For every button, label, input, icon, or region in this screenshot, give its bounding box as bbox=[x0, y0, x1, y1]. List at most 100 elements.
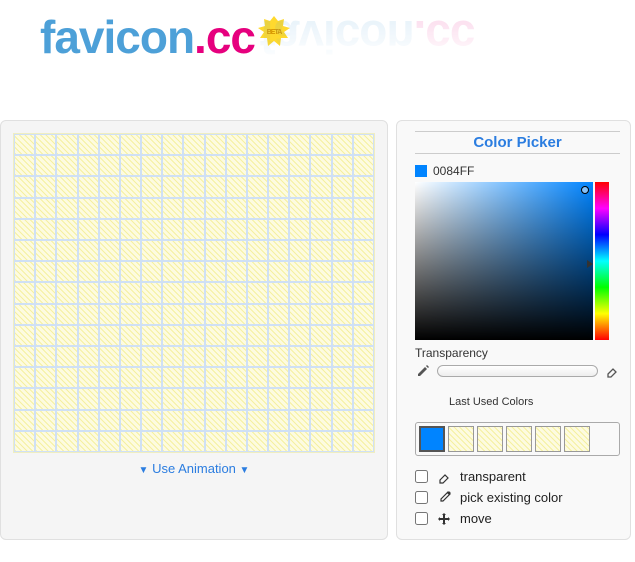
hue-strip[interactable] bbox=[595, 182, 609, 340]
pixel-cell[interactable] bbox=[35, 346, 56, 367]
pixel-cell[interactable] bbox=[353, 219, 374, 240]
pixel-cell[interactable] bbox=[310, 282, 331, 303]
pixel-cell[interactable] bbox=[332, 134, 353, 155]
pixel-cell[interactable] bbox=[141, 410, 162, 431]
pixel-cell[interactable] bbox=[141, 367, 162, 388]
pixel-cell[interactable] bbox=[78, 155, 99, 176]
pixel-cell[interactable] bbox=[14, 261, 35, 282]
pixel-cell[interactable] bbox=[14, 155, 35, 176]
pixel-cell[interactable] bbox=[162, 282, 183, 303]
pixel-cell[interactable] bbox=[120, 240, 141, 261]
option-pick-color[interactable]: pick existing color bbox=[415, 487, 620, 508]
pixel-cell[interactable] bbox=[141, 346, 162, 367]
pixel-cell[interactable] bbox=[310, 198, 331, 219]
pixel-cell[interactable] bbox=[183, 431, 204, 452]
pixel-cell[interactable] bbox=[226, 304, 247, 325]
pixel-cell[interactable] bbox=[99, 304, 120, 325]
pixel-cell[interactable] bbox=[268, 325, 289, 346]
pixel-cell[interactable] bbox=[120, 367, 141, 388]
pixel-cell[interactable] bbox=[289, 282, 310, 303]
pixel-cell[interactable] bbox=[226, 367, 247, 388]
pixel-cell[interactable] bbox=[78, 388, 99, 409]
move-checkbox[interactable] bbox=[415, 512, 428, 525]
pixel-cell[interactable] bbox=[35, 219, 56, 240]
pixel-cell[interactable] bbox=[247, 219, 268, 240]
pixel-cell[interactable] bbox=[268, 346, 289, 367]
use-animation-toggle[interactable]: ▼ Use Animation ▼ bbox=[13, 453, 375, 476]
pixel-cell[interactable] bbox=[78, 240, 99, 261]
pixel-cell[interactable] bbox=[35, 134, 56, 155]
pixel-cell[interactable] bbox=[183, 346, 204, 367]
pixel-cell[interactable] bbox=[35, 410, 56, 431]
pixel-cell[interactable] bbox=[99, 367, 120, 388]
pixel-cell[interactable] bbox=[162, 155, 183, 176]
pixel-cell[interactable] bbox=[226, 176, 247, 197]
pixel-cell[interactable] bbox=[162, 388, 183, 409]
pixel-cell[interactable] bbox=[120, 219, 141, 240]
pixel-cell[interactable] bbox=[35, 240, 56, 261]
pixel-cell[interactable] bbox=[332, 367, 353, 388]
pixel-cell[interactable] bbox=[226, 240, 247, 261]
pixel-cell[interactable] bbox=[247, 240, 268, 261]
pixel-cell[interactable] bbox=[310, 304, 331, 325]
pixel-cell[interactable] bbox=[99, 282, 120, 303]
pixel-cell[interactable] bbox=[289, 219, 310, 240]
pixel-cell[interactable] bbox=[56, 240, 77, 261]
pixel-cell[interactable] bbox=[226, 431, 247, 452]
pixel-canvas[interactable] bbox=[13, 133, 375, 453]
pixel-cell[interactable] bbox=[141, 325, 162, 346]
pixel-cell[interactable] bbox=[332, 388, 353, 409]
pixel-cell[interactable] bbox=[226, 282, 247, 303]
pixel-cell[interactable] bbox=[99, 176, 120, 197]
pixel-cell[interactable] bbox=[268, 388, 289, 409]
pixel-cell[interactable] bbox=[332, 431, 353, 452]
pixel-cell[interactable] bbox=[141, 155, 162, 176]
pixel-cell[interactable] bbox=[332, 410, 353, 431]
pixel-cell[interactable] bbox=[99, 410, 120, 431]
pixel-cell[interactable] bbox=[120, 304, 141, 325]
pixel-cell[interactable] bbox=[120, 261, 141, 282]
pixel-cell[interactable] bbox=[120, 134, 141, 155]
pixel-cell[interactable] bbox=[99, 240, 120, 261]
pixel-cell[interactable] bbox=[353, 388, 374, 409]
pixel-cell[interactable] bbox=[205, 304, 226, 325]
pixel-cell[interactable] bbox=[183, 367, 204, 388]
pixel-cell[interactable] bbox=[205, 282, 226, 303]
pixel-cell[interactable] bbox=[35, 282, 56, 303]
pixel-cell[interactable] bbox=[183, 198, 204, 219]
pixel-cell[interactable] bbox=[353, 367, 374, 388]
pixel-cell[interactable] bbox=[247, 388, 268, 409]
pixel-cell[interactable] bbox=[226, 410, 247, 431]
pixel-cell[interactable] bbox=[289, 431, 310, 452]
pixel-cell[interactable] bbox=[205, 388, 226, 409]
pixel-cell[interactable] bbox=[14, 198, 35, 219]
pixel-cell[interactable] bbox=[120, 155, 141, 176]
pixel-cell[interactable] bbox=[268, 176, 289, 197]
pixel-cell[interactable] bbox=[162, 325, 183, 346]
pixel-cell[interactable] bbox=[35, 431, 56, 452]
pixel-cell[interactable] bbox=[35, 304, 56, 325]
pixel-cell[interactable] bbox=[205, 155, 226, 176]
pixel-cell[interactable] bbox=[268, 240, 289, 261]
pixel-cell[interactable] bbox=[247, 176, 268, 197]
pixel-cell[interactable] bbox=[310, 410, 331, 431]
pixel-cell[interactable] bbox=[162, 431, 183, 452]
pixel-cell[interactable] bbox=[141, 219, 162, 240]
last-color-swatch[interactable] bbox=[506, 426, 532, 452]
pixel-cell[interactable] bbox=[14, 240, 35, 261]
pixel-cell[interactable] bbox=[353, 431, 374, 452]
pixel-cell[interactable] bbox=[99, 155, 120, 176]
pixel-cell[interactable] bbox=[247, 261, 268, 282]
pixel-cell[interactable] bbox=[56, 367, 77, 388]
pixel-cell[interactable] bbox=[353, 282, 374, 303]
pixel-cell[interactable] bbox=[332, 155, 353, 176]
pixel-cell[interactable] bbox=[310, 346, 331, 367]
pixel-cell[interactable] bbox=[120, 282, 141, 303]
pixel-cell[interactable] bbox=[205, 219, 226, 240]
pixel-cell[interactable] bbox=[226, 155, 247, 176]
pixel-cell[interactable] bbox=[268, 304, 289, 325]
pixel-cell[interactable] bbox=[162, 198, 183, 219]
pixel-cell[interactable] bbox=[56, 261, 77, 282]
pixel-cell[interactable] bbox=[310, 240, 331, 261]
pixel-cell[interactable] bbox=[247, 198, 268, 219]
